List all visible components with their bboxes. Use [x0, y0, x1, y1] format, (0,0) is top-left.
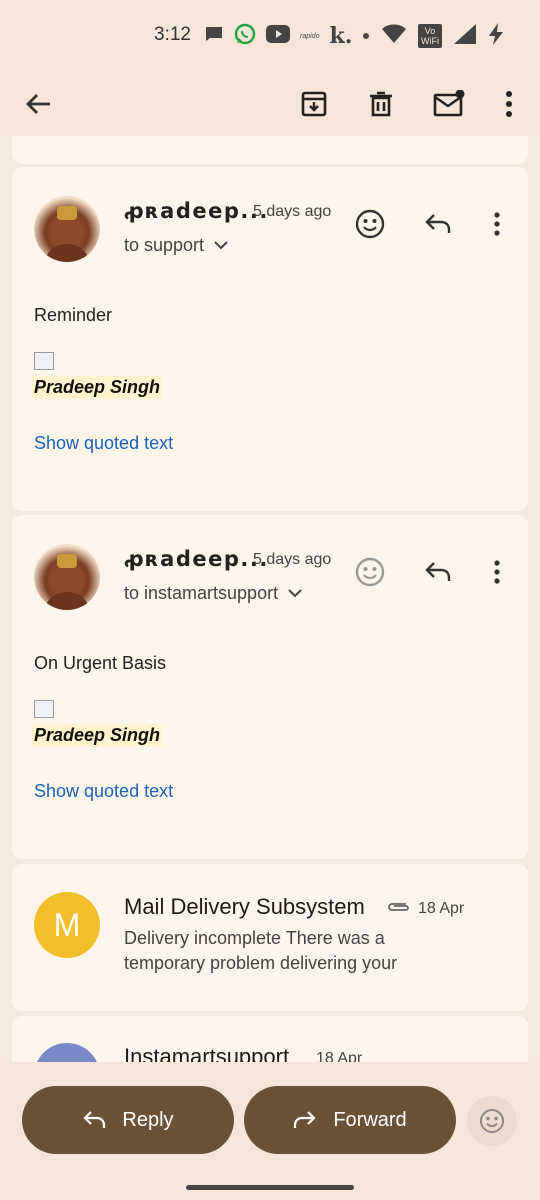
sender-avatar[interactable] — [34, 196, 100, 262]
add-reaction-button[interactable] — [348, 202, 392, 246]
add-reaction-button[interactable] — [348, 550, 392, 594]
forward-icon — [294, 1111, 316, 1128]
sender-name: Instamartsupport — [124, 1044, 290, 1062]
delete-button[interactable] — [355, 78, 407, 130]
message-card: ꝓʀadeep... 5 days ago to support Reminde… — [12, 167, 528, 511]
message-body: On Urgent Basis — [34, 653, 167, 673]
message-card: ꝓʀadeep... 5 days ago to instamartsuppor… — [12, 515, 528, 859]
message-more-button[interactable] — [475, 550, 519, 594]
reply-button[interactable] — [416, 550, 460, 594]
archive-button[interactable] — [288, 78, 340, 130]
vowifi-label: Vo WiFi — [421, 26, 439, 46]
emoji-icon — [355, 557, 385, 587]
message-time: 5 days ago — [253, 203, 332, 220]
conversation-thread[interactable]: ꝓʀadeep... 5 days ago to support Reminde… — [0, 136, 540, 1062]
chevron-down-icon — [288, 589, 302, 598]
more-vert-icon — [494, 212, 500, 236]
system-icons: Vo WiFi — [382, 22, 504, 50]
reply-icon — [425, 562, 451, 581]
collapsed-message-card[interactable]: Instamartsupport 18 Apr — [12, 1016, 528, 1062]
delete-icon — [370, 91, 392, 117]
letter-avatar — [34, 1043, 100, 1062]
reply-icon — [83, 1111, 106, 1128]
recipient-label: to support — [124, 235, 205, 255]
broken-image-icon — [34, 700, 54, 718]
archive-icon — [301, 91, 327, 117]
emoji-icon — [355, 209, 385, 239]
more-vert-icon — [494, 560, 500, 584]
react-emoji-button[interactable] — [467, 1096, 517, 1146]
signal-icon — [454, 23, 476, 49]
recipient-toggle[interactable]: to instamartsupport — [124, 583, 302, 604]
reply-label: Reply — [122, 1108, 174, 1131]
more-options-button[interactable] — [483, 78, 535, 130]
show-quoted-text-link[interactable]: Show quoted text — [34, 781, 173, 802]
more-vert-icon — [506, 91, 512, 117]
status-time: 3:12 — [154, 24, 191, 45]
mark-unread-icon — [433, 90, 465, 117]
message-body: Reminder — [34, 305, 113, 325]
home-indicator[interactable] — [186, 1185, 354, 1190]
previous-message-card — [12, 136, 528, 164]
recipient-label: to instamartsupport — [124, 583, 279, 603]
message-icon — [204, 24, 224, 49]
k-app-icon: k. — [329, 23, 353, 49]
attachment-icon — [386, 900, 412, 919]
whatsapp-icon — [234, 23, 256, 50]
message-date: 18 Apr — [418, 900, 465, 917]
reply-icon — [425, 214, 451, 233]
show-quoted-text-link[interactable]: Show quoted text — [34, 433, 173, 454]
sender-avatar[interactable] — [34, 544, 100, 610]
sender-name[interactable]: ꝓʀadeep... — [124, 199, 269, 223]
back-button[interactable] — [12, 78, 64, 130]
sender-name[interactable]: ꝓʀadeep... — [124, 547, 269, 571]
forward-pill-button[interactable]: Forward — [244, 1086, 456, 1154]
forward-label: Forward — [333, 1108, 407, 1131]
dot-icon — [362, 27, 370, 45]
snippet-line-1: Delivery incomplete There was a — [124, 928, 385, 948]
collapsed-message-card[interactable]: M Mail Delivery Subsystem 18 Apr Deliver… — [12, 864, 528, 1011]
bottom-action-bar: Reply Forward — [0, 1062, 540, 1200]
charging-icon — [488, 22, 504, 50]
recipient-toggle[interactable]: to support — [124, 235, 228, 256]
mark-unread-button[interactable] — [423, 78, 475, 130]
emoji-icon — [480, 1109, 504, 1133]
reply-button[interactable] — [416, 202, 460, 246]
message-more-button[interactable] — [475, 202, 519, 246]
reply-pill-button[interactable]: Reply — [22, 1086, 234, 1154]
notification-icons: rapido k. — [204, 22, 370, 50]
youtube-icon — [266, 24, 290, 48]
message-date: 18 Apr — [316, 1050, 363, 1062]
vowifi-icon: Vo WiFi — [418, 24, 442, 48]
avatar-image — [44, 206, 90, 262]
wifi-icon — [382, 24, 406, 49]
avatar-image — [44, 554, 90, 610]
rapido-icon: rapido — [300, 32, 320, 40]
chevron-down-icon — [214, 241, 228, 250]
sender-name: Mail Delivery Subsystem — [124, 894, 365, 919]
letter-avatar: M — [34, 892, 100, 958]
status-bar: 3:12 rapido k. Vo WiFi — [0, 0, 540, 72]
back-arrow-icon — [26, 94, 50, 114]
top-app-bar — [0, 72, 540, 136]
signature: Pradeep Singh — [32, 376, 163, 399]
message-time: 5 days ago — [253, 551, 332, 568]
broken-image-icon — [34, 352, 54, 370]
signature: Pradeep Singh — [32, 724, 163, 747]
snippet-line-2: temporary problem delivering your — [124, 953, 398, 973]
